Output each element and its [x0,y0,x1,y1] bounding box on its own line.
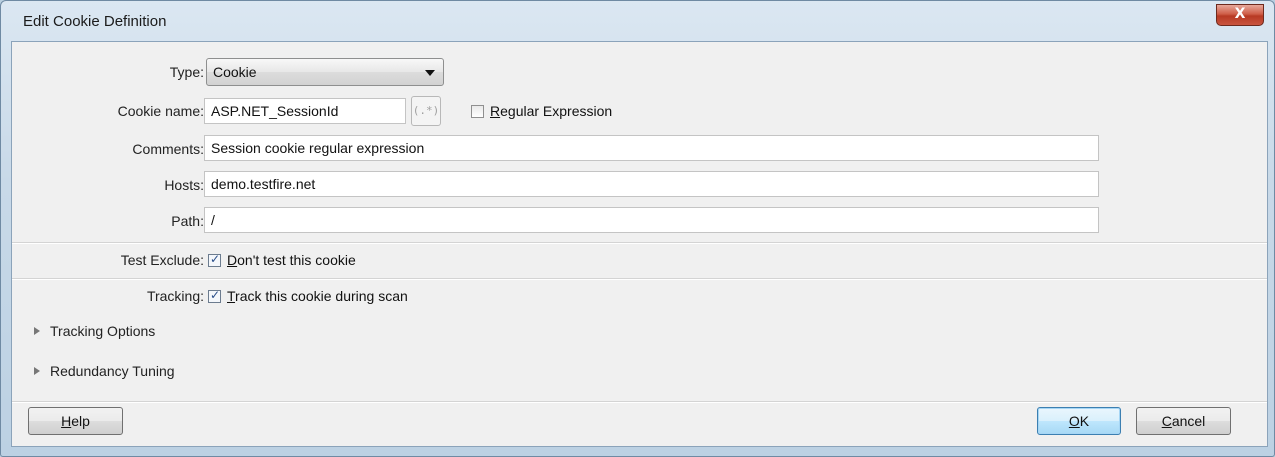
chevron-down-icon [425,70,435,76]
triangle-right-icon [34,367,40,376]
dialog-window: Edit Cookie Definition X Type: Cookie Co… [0,0,1275,457]
regex-builder-button[interactable]: (.*) [411,96,441,126]
triangle-right-icon [34,327,40,336]
separator [12,278,1267,280]
cancel-button[interactable]: Cancel [1136,407,1231,435]
type-select[interactable]: Cookie [206,58,444,86]
hosts-field[interactable]: demo.testfire.net [204,171,1099,197]
cookie-name-field[interactable]: ASP.NET_SessionId [204,98,406,124]
tracking-options-label: Tracking Options [50,323,156,339]
redundancy-tuning-label: Redundancy Tuning [50,363,175,379]
close-icon: X [1234,6,1246,22]
regular-expression-label[interactable]: Regular Expression [490,103,612,119]
cookie-name-label: Cookie name: [117,103,204,119]
tracking-label: Tracking: [146,288,204,304]
comments-field[interactable]: Session cookie regular expression [204,135,1099,161]
regular-expression-checkbox[interactable] [471,105,484,118]
tracking-options-expander[interactable]: Tracking Options [34,323,155,339]
help-button[interactable]: Help [28,407,123,435]
path-field[interactable]: / [204,207,1099,233]
dialog-body: Type: Cookie Cookie name: ASP.NET_Sessio… [11,41,1268,447]
type-label: Type: [169,64,204,80]
path-label: Path: [171,213,204,229]
type-select-value: Cookie [213,64,257,80]
dont-test-cookie-label[interactable]: Don't test this cookie [227,252,356,268]
ok-button[interactable]: OK [1037,407,1121,435]
track-cookie-label[interactable]: Track this cookie during scan [227,288,408,304]
track-cookie-checkbox[interactable] [208,288,221,303]
hosts-label: Hosts: [164,177,204,193]
window-title: Edit Cookie Definition [23,13,167,30]
separator [12,242,1267,244]
comments-label: Comments: [132,141,204,157]
close-button[interactable]: X [1216,4,1264,26]
redundancy-tuning-expander[interactable]: Redundancy Tuning [34,363,175,379]
separator [12,401,1267,403]
title-bar[interactable]: Edit Cookie Definition X [1,1,1274,41]
test-exclude-label: Test Exclude: [120,252,204,268]
dont-test-cookie-checkbox[interactable] [208,252,221,267]
